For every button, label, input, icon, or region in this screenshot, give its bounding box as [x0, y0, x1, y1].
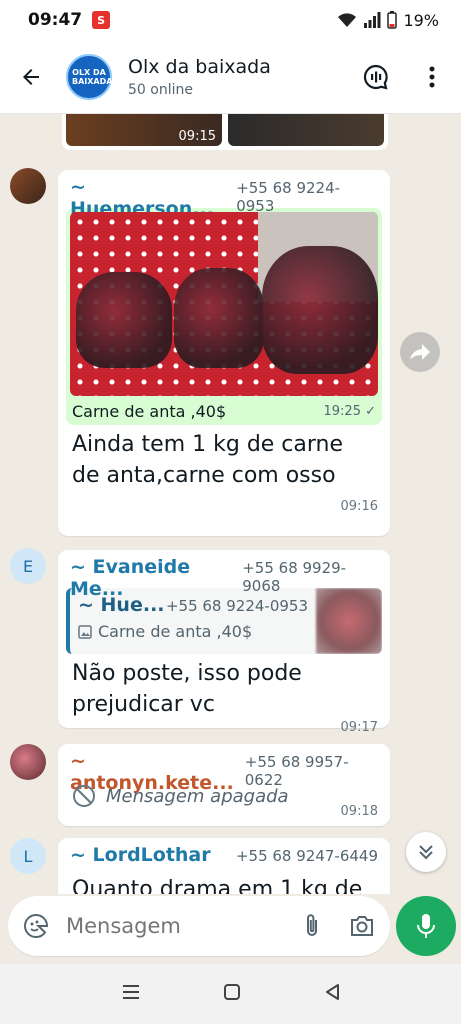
deleted-text: Mensagem apagada	[106, 785, 289, 807]
forwarded-image-card[interactable]: Carne de anta ,40$ 19:25 ✓	[66, 208, 382, 425]
back-triangle-icon	[325, 984, 339, 1000]
forward-icon	[410, 344, 430, 360]
nav-back-button[interactable]	[324, 983, 340, 1005]
avatar[interactable]	[10, 744, 46, 780]
message-bubble[interactable]: ~ Evaneide Me... +55 68 9929-9068 ~ Hue.…	[58, 550, 390, 735]
home-square-icon	[223, 984, 240, 1000]
group-name: Olx da baixada	[128, 55, 271, 78]
avatar-letter: L	[23, 846, 33, 866]
sender-phone: +55 68 9957-0622	[244, 753, 349, 789]
message-composer[interactable]	[8, 896, 390, 956]
voice-chat-button[interactable]	[361, 62, 391, 92]
quoted-phone: +55 68 9224-0953	[165, 597, 308, 615]
meat-photo[interactable]	[70, 212, 378, 396]
online-count: 50 online	[128, 81, 193, 98]
image-caption: Carne de anta ,40$	[72, 402, 227, 421]
recent-apps-button[interactable]	[122, 984, 140, 1004]
sender-name[interactable]: ~ LordLothar	[70, 844, 211, 866]
signal-icon	[364, 12, 381, 28]
blocked-icon	[73, 785, 95, 807]
previous-image-1[interactable]: 09:15	[66, 114, 222, 146]
forward-button[interactable]	[400, 332, 440, 372]
quoted-message[interactable]: ~ Hue... +55 68 9224-0953 Carne de anta …	[66, 588, 382, 654]
group-avatar[interactable]: OLX DA BAIXADA	[66, 53, 113, 100]
quoted-thumbnail	[316, 588, 382, 654]
quoted-sender: ~ Hue...	[78, 594, 165, 616]
battery-icon	[387, 11, 398, 29]
battery-percent: 19%	[403, 10, 439, 30]
chat-header: OLX DA BAIXADA Olx da baixada 50 online	[0, 40, 461, 114]
paperclip-icon	[307, 914, 317, 936]
back-button[interactable]	[14, 60, 48, 94]
message-text: Não poste, isso pode prejudicar vc	[72, 661, 302, 717]
avatar[interactable]: E	[10, 548, 46, 584]
sender-phone: +55 68 9224-0953	[236, 179, 341, 215]
microphone-icon	[417, 914, 435, 938]
scroll-to-bottom-button[interactable]	[406, 832, 446, 872]
meat-bag-1	[76, 272, 172, 368]
double-chevron-down-icon	[419, 845, 433, 860]
meat-bag-2	[174, 268, 264, 368]
menu-lines-icon	[122, 985, 139, 999]
image-time: 19:25 ✓	[323, 404, 377, 419]
group-avatar-text: OLX DA BAIXADA	[72, 67, 113, 86]
sticker-button[interactable]	[22, 912, 50, 940]
previous-image-2[interactable]	[228, 114, 384, 146]
more-options-button[interactable]	[417, 62, 447, 92]
message-time: 09:16	[340, 499, 378, 514]
previous-image-time: 09:15	[178, 129, 216, 144]
message-input[interactable]	[66, 914, 276, 938]
message-text: Quanto drama em 1 kg de	[72, 877, 363, 894]
avatar[interactable]: L	[10, 838, 46, 874]
sender-phone: +55 68 9247-6449	[235, 847, 378, 865]
camera-icon	[351, 916, 373, 936]
message-text: Ainda tem 1 kg de carne de anta,carne co…	[72, 432, 344, 488]
quoted-text: Carne de anta ,40$	[98, 622, 253, 641]
status-time: 09:47	[28, 10, 83, 30]
message-bubble[interactable]: ~ LordLothar +55 68 9247-6449 Quanto dra…	[58, 838, 390, 894]
message-bubble[interactable]: ~ antonyn.kete... +55 68 9957-0622 Mensa…	[58, 744, 390, 826]
audio-chat-icon	[363, 64, 388, 89]
image-icon	[78, 624, 92, 639]
attach-button[interactable]	[298, 912, 326, 940]
system-nav-bar	[0, 964, 461, 1024]
wifi-icon	[338, 13, 357, 27]
status-right: 19%	[337, 11, 439, 30]
sticker-icon	[24, 913, 49, 939]
arrow-left-icon	[23, 68, 39, 85]
shopee-notification-icon: S	[92, 11, 111, 29]
avatar-letter: E	[22, 556, 34, 576]
voice-record-button[interactable]	[396, 896, 456, 956]
status-bar: 09:47 S 19%	[0, 0, 461, 40]
previous-image-message[interactable]: 09:15	[62, 114, 388, 150]
message-bubble[interactable]: ~ Huemerson... +55 68 9224-0953 Carne de…	[58, 170, 390, 536]
home-button[interactable]	[223, 983, 241, 1005]
group-info[interactable]: Olx da baixada 50 online	[128, 56, 271, 98]
avatar[interactable]	[10, 168, 46, 204]
meat-bag-3	[262, 246, 378, 374]
message-time: 09:17	[340, 720, 378, 735]
camera-button[interactable]	[348, 912, 376, 940]
chat-area[interactable]: 09:15 ~ Huemerson... +55 68 9224-0953 Ca…	[0, 114, 461, 894]
more-vertical-icon	[429, 66, 435, 87]
